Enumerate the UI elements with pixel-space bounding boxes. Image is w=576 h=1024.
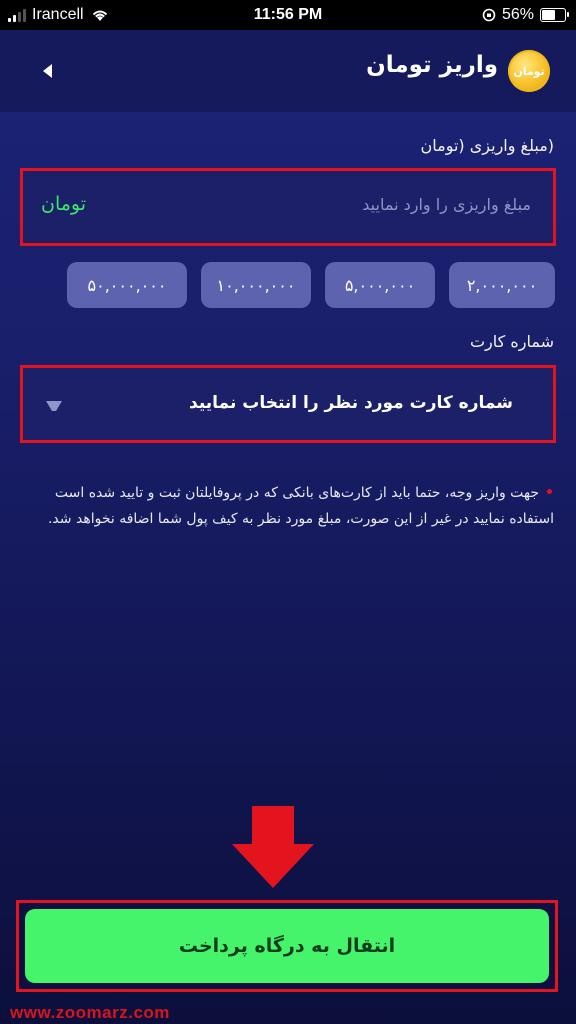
toman-coin-icon: تومان	[508, 50, 550, 92]
orientation-lock-icon	[482, 8, 496, 22]
arrow-down-icon	[232, 806, 314, 888]
payment-gateway-button[interactable]: انتقال به درگاه پرداخت	[25, 909, 549, 983]
card-select[interactable]: شماره کارت مورد نظر را انتخاب نمایید	[20, 365, 556, 443]
battery-icon	[540, 8, 569, 22]
amount-currency: تومان	[41, 193, 87, 215]
app-header: واریز تومان تومان	[0, 30, 576, 112]
amount-label: (مبلغ واریزی (تومان	[420, 136, 554, 155]
submit-highlight: انتقال به درگاه پرداخت	[16, 900, 558, 992]
note-text: جهت واریز وجه، حتما باید از کارت‌های بان…	[47, 485, 554, 527]
amount-input[interactable]: مبلغ واریزی را وارد نمایید تومان	[20, 168, 556, 246]
card-select-placeholder: شماره کارت مورد نظر را انتخاب نمایید	[189, 393, 513, 413]
page-title: واریز تومان	[366, 52, 498, 78]
coin-label: تومان	[513, 64, 545, 78]
deposit-note: •جهت واریز وجه، حتما باید از کارت‌های با…	[34, 480, 554, 532]
amount-placeholder: مبلغ واریزی را وارد نمایید	[362, 195, 531, 214]
watermark: www.zoomarz.com	[10, 1003, 170, 1022]
status-bar: Irancell 11:56 PM 56%	[0, 0, 576, 30]
chevron-left-icon[interactable]	[40, 62, 54, 80]
preset-amount-button[interactable]: ۲,۰۰۰,۰۰۰	[449, 262, 555, 308]
status-right: 56%	[482, 6, 569, 24]
battery-percent: 56%	[501, 6, 534, 23]
chevron-down-icon	[46, 401, 62, 411]
preset-amount-button[interactable]: ۵۰,۰۰۰,۰۰۰	[67, 262, 187, 308]
preset-amount-button[interactable]: ۱۰,۰۰۰,۰۰۰	[201, 262, 311, 308]
preset-amount-button[interactable]: ۵,۰۰۰,۰۰۰	[325, 262, 435, 308]
note-bullet: •	[545, 485, 554, 501]
card-label: شماره کارت	[469, 332, 554, 351]
